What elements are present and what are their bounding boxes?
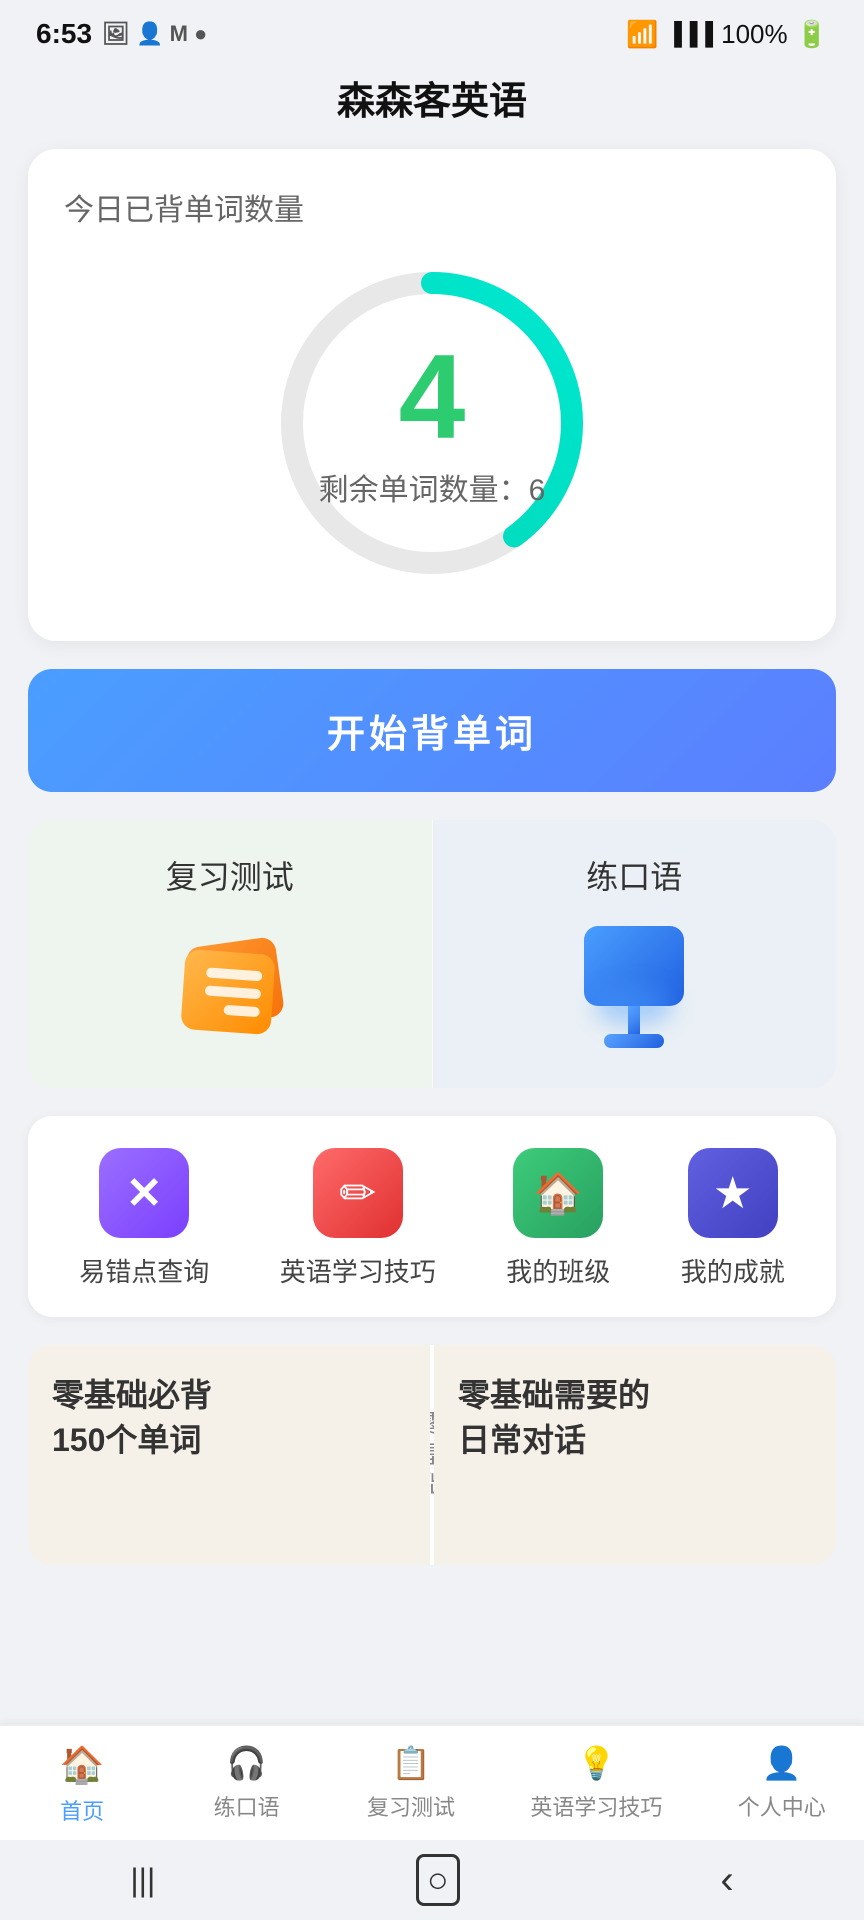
speaking-label: 练口语 [586, 852, 682, 898]
review-test-label: 复习测试 [166, 852, 294, 898]
system-nav: ||| ○ ‹ [0, 1840, 864, 1920]
profile-nav-label: 个人中心 [738, 1790, 826, 1822]
quick-item-tips[interactable]: ✏ 英语学习技巧 [280, 1148, 436, 1289]
word-count-number: 4 [319, 337, 546, 457]
quick-access-row: ✕ 易错点查询 ✏ 英语学习技巧 🏠 我的班级 ★ 我的成就 [28, 1116, 836, 1317]
bottom-cards: 零基础必背150个单词 零基础 零基础需要的日常对话 [28, 1345, 836, 1565]
speaking-nav-icon: 🎧 [227, 1744, 267, 1782]
remaining-label: 剩余单词数量：6 [319, 465, 546, 509]
home-nav-icon: 🏠 [60, 1744, 105, 1786]
monitor-glow [594, 986, 674, 1026]
start-study-button[interactable]: 开始背单词 [28, 669, 836, 792]
achievement-label: 我的成就 [681, 1252, 785, 1289]
speaking-nav-label: 练口语 [214, 1790, 280, 1822]
recent-apps-button[interactable]: ||| [130, 1862, 155, 1899]
nav-tips[interactable]: 💡 英语学习技巧 [530, 1744, 662, 1826]
back-button[interactable]: ‹ [720, 1858, 733, 1903]
dialogue-title: 零基础需要的日常对话 [458, 1373, 812, 1463]
status-bar: 6:53 🖼 👤 M ● 📶 ▐▐▐ 100% 🔋 [0, 0, 864, 60]
tips-nav-icon: 💡 [576, 1744, 616, 1782]
wifi-icon: 📶 [626, 19, 658, 50]
quick-item-class[interactable]: 🏠 我的班级 [506, 1148, 610, 1289]
main-content: 今日已背单词数量 4 剩余单词数量：6 开始背单词 复习测试 [0, 149, 864, 1735]
home-nav-label: 首页 [60, 1794, 104, 1826]
nav-review[interactable]: 📋 复习测试 [366, 1744, 456, 1826]
achievement-icon: ★ [688, 1148, 778, 1238]
speaking-card[interactable]: 练口语 [433, 820, 837, 1088]
review-nav-label: 复习测试 [367, 1790, 455, 1822]
vocabulary-title: 零基础必背150个单词 [52, 1373, 406, 1463]
word-count-card: 今日已背单词数量 4 剩余单词数量：6 [28, 149, 836, 641]
class-label: 我的班级 [506, 1252, 610, 1289]
review-test-card[interactable]: 复习测试 [28, 820, 433, 1088]
tips-nav-label: 英语学习技巧 [530, 1790, 662, 1822]
tips-label: 英语学习技巧 [280, 1252, 436, 1289]
feature-cards-row: 复习测试 练口语 [28, 820, 836, 1088]
battery-icon: 🔋 [796, 19, 828, 50]
monitor-screen [584, 926, 684, 1006]
bottom-card-dialogue[interactable]: 零基础需要的日常对话 [434, 1345, 836, 1565]
class-icon: 🏠 [513, 1148, 603, 1238]
nav-bar: 🏠 首页 🎧 练口语 📋 复习测试 💡 英语学习技巧 👤 个人中心 [0, 1725, 864, 1840]
profile-nav-icon: 👤 [762, 1744, 802, 1782]
paper-line-1 [206, 967, 263, 981]
quick-item-achievement[interactable]: ★ 我的成就 [681, 1148, 785, 1289]
paper-front [180, 949, 275, 1035]
card-label: 今日已背单词数量 [64, 185, 800, 229]
review-test-icon [165, 922, 295, 1052]
circle-progress-container: 4 剩余单词数量：6 [262, 253, 602, 593]
paper-line-2 [204, 985, 261, 999]
circle-inner: 4 剩余单词数量：6 [319, 337, 546, 509]
tips-icon: ✏ [313, 1148, 403, 1238]
review-nav-icon: 📋 [391, 1744, 431, 1782]
nav-home[interactable]: 🏠 首页 [37, 1744, 127, 1826]
status-indicators: 📶 ▐▐▐ 100% 🔋 [626, 19, 828, 50]
errors-icon: ✕ [99, 1148, 189, 1238]
nav-profile[interactable]: 👤 个人中心 [737, 1744, 827, 1826]
status-time: 6:53 🖼 👤 M ● [36, 18, 207, 50]
errors-label: 易错点查询 [79, 1252, 209, 1289]
quick-item-errors[interactable]: ✕ 易错点查询 [79, 1148, 209, 1289]
app-title: 森森客英语 [0, 60, 864, 149]
home-button[interactable]: ○ [416, 1854, 460, 1906]
nav-speaking[interactable]: 🎧 练口语 [202, 1744, 292, 1826]
bottom-card-vocabulary[interactable]: 零基础必背150个单词 [28, 1345, 430, 1565]
speaking-icon [569, 922, 699, 1052]
signal-icon: ▐▐▐ [666, 21, 713, 47]
monitor-base [604, 1034, 664, 1048]
notification-icons: 🖼 👤 M ● [102, 21, 207, 47]
paper-line-3 [223, 1005, 260, 1017]
